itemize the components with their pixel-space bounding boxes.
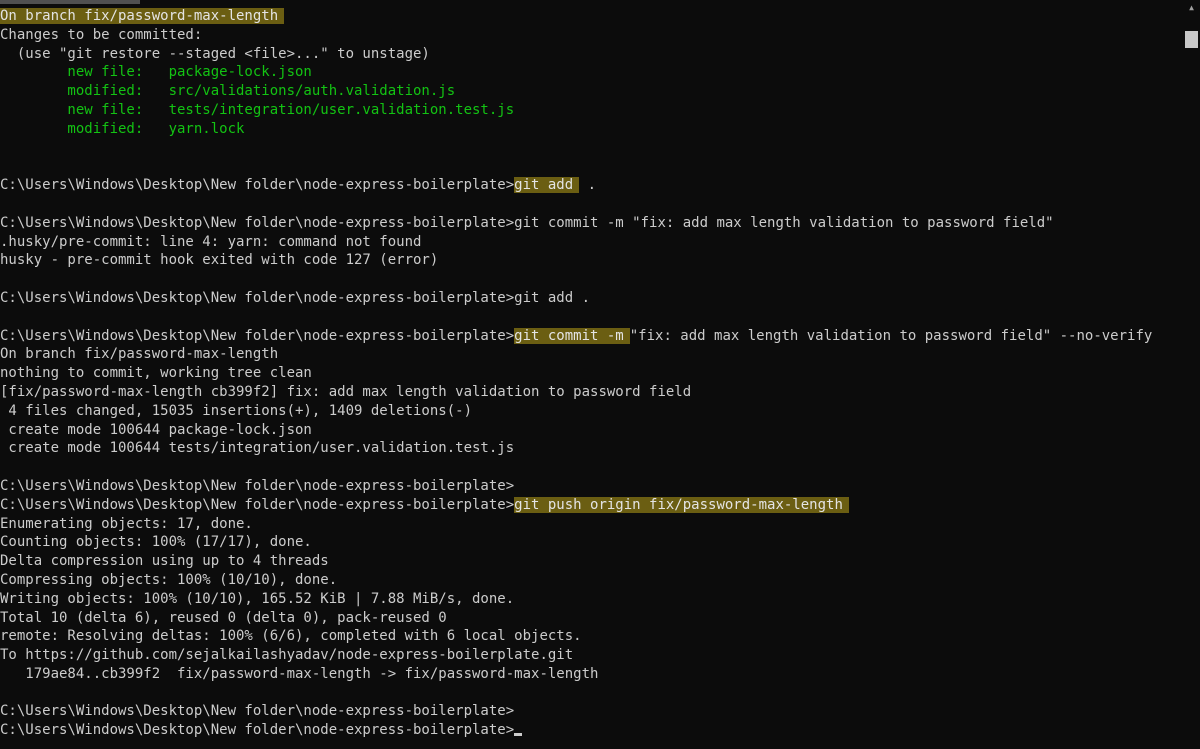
output-line: C:\Users\Windows\Desktop\New folder\node… [0, 289, 591, 306]
clipped-previous-line [0, 0, 140, 4]
output-line: nothing to commit, working tree clean [0, 365, 312, 382]
scrollbar[interactable]: ▲ [1183, 0, 1200, 749]
output-line: 4 files changed, 15035 insertions(+), 14… [0, 402, 473, 419]
output-line: Compressing objects: 100% (10/10), done. [0, 571, 338, 588]
output-line: remote: Resolving deltas: 100% (6/6), co… [0, 628, 582, 645]
output-line: On branch fix/password-max-length [0, 346, 279, 363]
scrollbar-thumb[interactable] [1185, 31, 1198, 48]
terminal-window[interactable]: On branch fix/password-max-length Changes… [0, 0, 1200, 749]
output-line: husky - pre-commit hook exited with code… [0, 252, 439, 269]
output-line: Enumerating objects: 17, done. [0, 515, 253, 532]
staged-file-line: new file: tests/integration/user.validat… [0, 101, 515, 118]
output-line: C:\Users\Windows\Desktop\New folder\node… [0, 214, 1054, 231]
scroll-up-arrow-icon[interactable]: ▲ [1183, 0, 1200, 15]
output-line: C:\Users\Windows\Desktop\New folder\node… [0, 477, 515, 494]
output-line: .husky/pre-commit: line 4: yarn: command… [0, 233, 422, 250]
staged-file-line: modified: src/validations/auth.validatio… [0, 83, 456, 100]
command-line: C:\Users\Windows\Desktop\New folder\node… [0, 327, 1180, 346]
terminal-output: On branch fix/password-max-length Changes… [0, 7, 1180, 740]
output-line: (use "git restore --staged <file>..." to… [0, 45, 430, 62]
output-line: 179ae84..cb399f2 fix/password-max-length… [0, 665, 599, 682]
output-line: C:\Users\Windows\Desktop\New folder\node… [0, 703, 515, 720]
output-line: Changes to be committed: [0, 26, 203, 43]
output-line: Total 10 (delta 6), reused 0 (delta 0), … [0, 609, 447, 626]
prompt: C:\Users\Windows\Desktop\New folder\node… [0, 177, 515, 194]
highlighted-command: git add [514, 177, 580, 194]
output-line: create mode 100644 package-lock.json [0, 421, 312, 438]
highlighted-text: On branch fix/password-max-length [0, 8, 285, 24]
text-cursor[interactable] [514, 733, 523, 737]
output-line: Writing objects: 100% (10/10), 165.52 Ki… [0, 590, 515, 607]
command-line: C:\Users\Windows\Desktop\New folder\node… [0, 176, 1180, 195]
output-line: create mode 100644 tests/integration/use… [0, 440, 515, 457]
command-line: C:\Users\Windows\Desktop\New folder\node… [0, 496, 1180, 515]
active-prompt-line: C:\Users\Windows\Desktop\New folder\node… [0, 721, 1180, 740]
prompt: C:\Users\Windows\Desktop\New folder\node… [0, 722, 515, 739]
output-line: Delta compression using up to 4 threads [0, 553, 329, 570]
prompt: C:\Users\Windows\Desktop\New folder\node… [0, 496, 515, 513]
staged-file-line: new file: package-lock.json [0, 64, 312, 81]
highlighted-command: git push origin fix/password-max-length [514, 496, 849, 513]
command-args: "fix: add max length validation to passw… [629, 327, 1153, 344]
staged-file-line: modified: yarn.lock [0, 120, 245, 137]
command-args: . [579, 177, 597, 194]
output-line: Counting objects: 100% (17/17), done. [0, 534, 312, 551]
terminal-line-highlighted: On branch fix/password-max-length [0, 7, 1180, 26]
output-line: To https://github.com/sejalkailashyadav/… [0, 647, 574, 664]
output-line: [fix/password-max-length cb399f2] fix: a… [0, 383, 692, 400]
highlighted-command: git commit -m [514, 327, 630, 344]
prompt: C:\Users\Windows\Desktop\New folder\node… [0, 327, 515, 344]
